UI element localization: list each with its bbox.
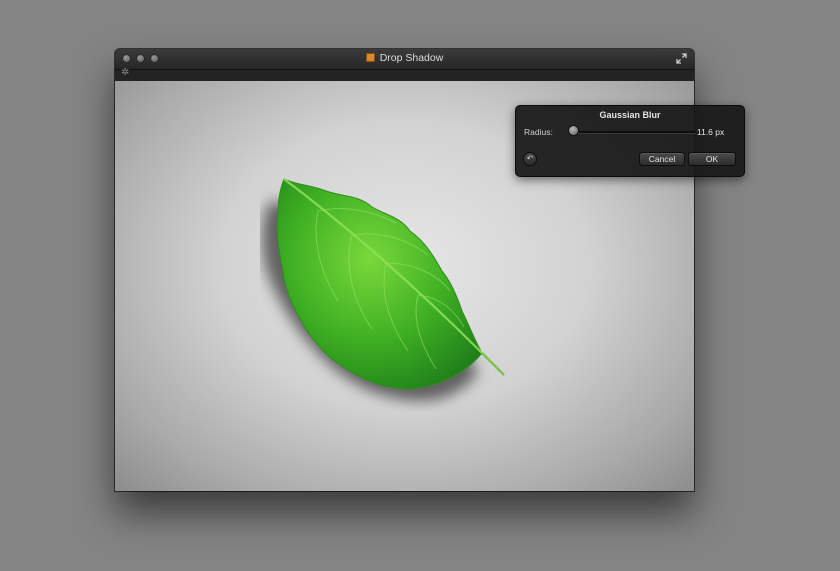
window-title-area: Drop Shadow bbox=[115, 52, 694, 64]
panel-title: Gaussian Blur bbox=[599, 110, 661, 120]
gear-icon[interactable]: ✲ bbox=[121, 67, 129, 78]
ok-button[interactable]: OK bbox=[689, 153, 735, 165]
radius-slider-track[interactable] bbox=[568, 131, 696, 133]
gaussian-blur-panel: Gaussian Blur Radius: 11.6 px ↶ Cancel O… bbox=[515, 105, 745, 177]
radius-slider-knob[interactable] bbox=[569, 126, 578, 135]
window-title: Drop Shadow bbox=[379, 52, 444, 64]
document-icon bbox=[365, 53, 375, 62]
title-bar[interactable]: Drop Shadow bbox=[115, 49, 694, 70]
radius-value[interactable]: 11.6 px bbox=[697, 127, 724, 137]
leaf-image bbox=[260, 131, 540, 411]
cancel-button[interactable]: Cancel bbox=[640, 153, 684, 165]
reset-icon[interactable]: ↶ bbox=[524, 153, 536, 165]
radius-label: Radius: bbox=[524, 127, 553, 137]
fullscreen-icon[interactable] bbox=[676, 53, 687, 64]
toolbar: ✲ bbox=[115, 67, 694, 81]
